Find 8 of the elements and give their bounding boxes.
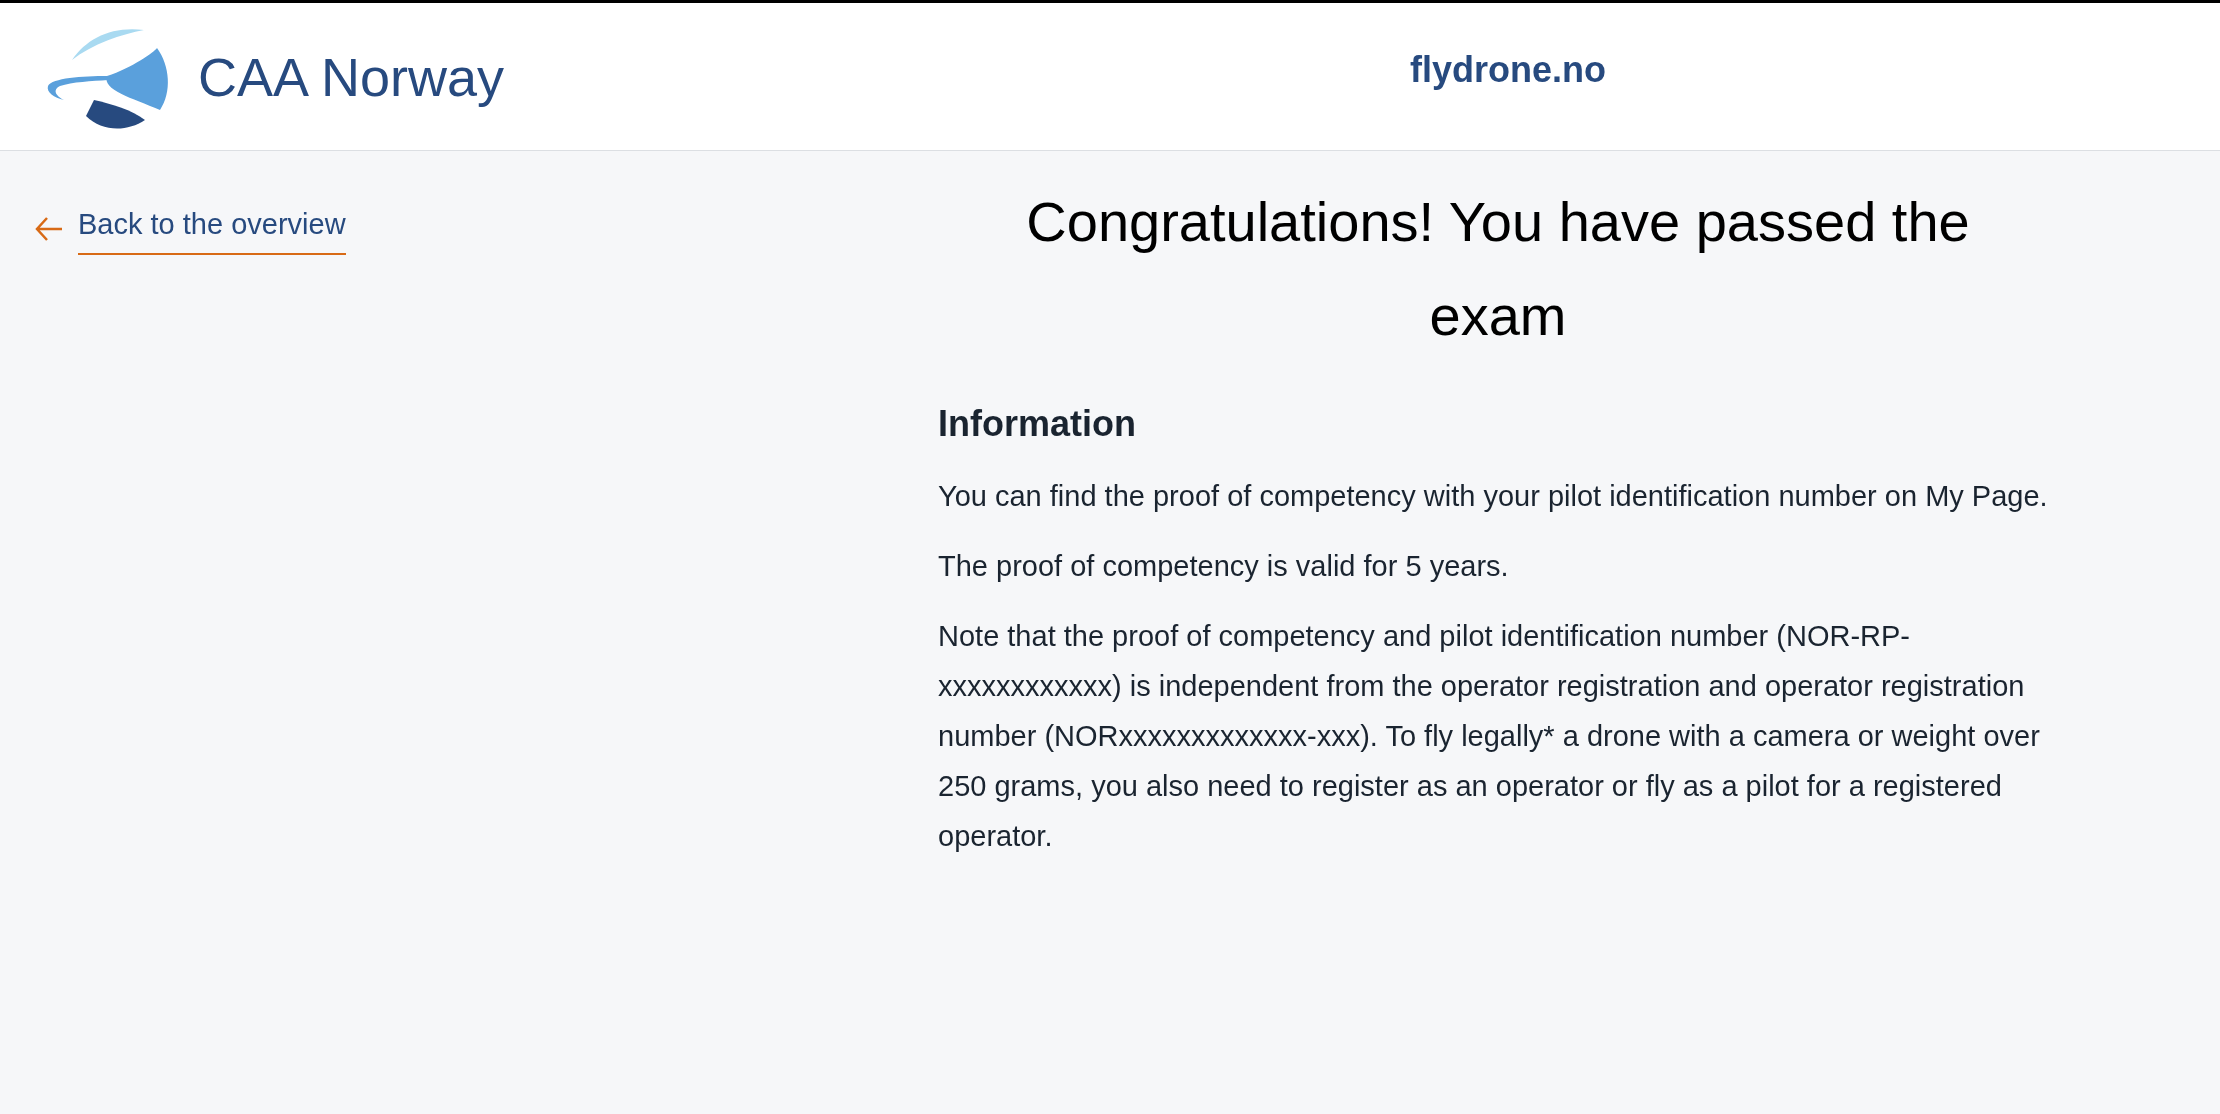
site-name[interactable]: flydrone.no [1410,43,1606,97]
back-link[interactable]: Back to the overview [34,203,346,255]
arrow-left-icon [34,215,64,242]
paragraph: The proof of competency is valid for 5 years. [938,549,1510,584]
section-title: Information [938,402,1137,446]
paragraph: You can find the proof of competency with your pilot identification number on My Page. [938,479,2049,514]
page-heading: Congratulations! You have passed the exam [1025,189,1971,349]
paragraph: Note that the proof of competency and pilot identification number (NOR-RP-xxxxxxxxxxxx) is independent from the operator registration and operator registration number (NORxxxxxxxxxxxxx-xxx). To fly legally* a drone with a camera or weight over 250 grams, you also need to register as an operator or fly as a pilot for a registered operator. [938,619,2041,854]
